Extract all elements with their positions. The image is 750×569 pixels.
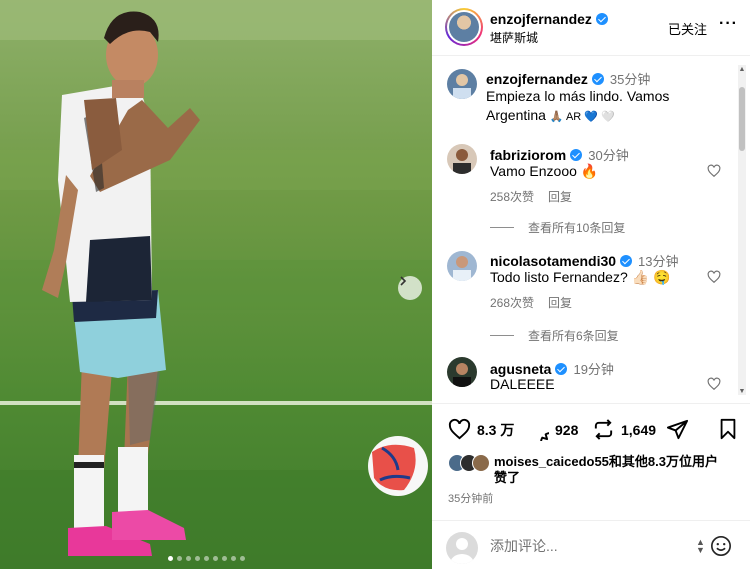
liked-by-line-1[interactable]: moises_caicedo55和其他8.3万位用户 [494,454,718,470]
view-replies-button[interactable]: 查看所有6条回复 [490,327,619,344]
carousel-dot [213,556,218,561]
post-timestamp[interactable]: 35分钟前 [448,490,493,506]
comment-button[interactable]: 928 [526,418,578,441]
input-spinner-icon[interactable]: ▲ ▼ [696,538,705,555]
liked-by-avatars [448,454,494,472]
divider-line [490,227,514,228]
liked-by-summary[interactable]: moises_caicedo55和其他8.3万位用户 赞了 [448,454,748,486]
emoji-picker-button[interactable] [710,535,732,562]
carousel-dots [168,556,245,561]
verified-badge-icon [555,362,568,375]
bookmark-icon [720,418,736,440]
comment-meta: 268次赞 回复 [490,294,572,311]
avatar-image [447,144,477,174]
carousel-dot [204,556,209,561]
current-user-avatar [446,532,478,564]
scroll-up-arrow-icon[interactable]: ▲ [738,65,746,73]
scroll-down-arrow-icon[interactable]: ▼ [738,387,746,395]
reply-button[interactable]: 回复 [548,188,572,205]
comment-text: DALEEEE [490,376,555,392]
comment-meta: 258次赞 回复 [490,188,572,205]
avatar-image [447,251,477,281]
comment-text: Vamo Enzooo 🔥 [490,163,599,179]
carousel-dot [222,556,227,561]
caption-line-2-text: Argentina [486,107,546,123]
comment-avatar[interactable] [447,144,477,174]
divider-line [490,335,514,336]
comment-username[interactable]: fabriziorom [490,147,566,163]
save-bookmark-button[interactable] [717,418,739,445]
heart-icon[interactable] [707,377,721,391]
comments-list[interactable]: enzojfernandez 35分钟 Empieza lo más lindo… [432,57,750,400]
heart-icon[interactable] [707,164,721,178]
author-avatar[interactable] [445,8,483,46]
heart-icon [448,418,471,440]
add-comment-bar: ▲▼ [432,520,750,569]
post-photo [0,0,432,569]
verified-badge-icon [570,148,583,161]
football [368,436,428,496]
caption-author-avatar[interactable] [447,69,477,99]
carousel-dot [177,556,182,561]
avatar-image [447,69,477,99]
repost-button[interactable]: 1,649 [592,418,656,441]
verified-badge-icon [620,254,633,267]
post-location[interactable]: 堪萨斯城 [490,29,538,46]
caption-line-2: Argentina 🙏🏽 AR 💙 🤍 [486,106,716,127]
repost-icon [594,419,613,440]
add-comment-input[interactable] [490,538,680,554]
view-replies-button[interactable]: 查看所有10条回复 [490,219,625,236]
caption-line-2-emoji: 🙏🏽 AR 💙 🤍 [549,111,615,123]
author-username-text[interactable]: enzojfernandez [490,11,592,27]
caption-text: Empieza lo más lindo. Vamos Argentina 🙏🏽… [486,87,716,127]
like-count: 8.3 万 [477,421,515,438]
carousel-dot [231,556,236,561]
carousel-dot [195,556,200,561]
action-bar: 8.3 万 928 1,649 [432,403,750,451]
next-photo-button[interactable] [398,276,422,300]
post-side-panel: enzojfernandez 堪萨斯城 已关注 ··· enzojfernand… [432,0,750,569]
post-header: enzojfernandez 堪萨斯城 已关注 ··· [432,0,750,56]
liked-by-line-2: 赞了 [494,470,521,485]
reply-button[interactable]: 回复 [548,294,572,311]
comment-likes[interactable]: 258次赞 [490,188,534,205]
comment-bubble-icon [540,432,549,441]
comment-avatar[interactable] [447,251,477,281]
carousel-dot [240,556,245,561]
carousel-dot [186,556,191,561]
user-silhouette-icon [450,538,474,564]
like-button[interactable]: 8.3 万 [448,418,514,441]
verified-badge-icon [591,72,604,85]
following-button[interactable]: 已关注 [668,19,707,38]
author-username[interactable]: enzojfernandez [490,11,608,27]
comment-username[interactable]: nicolasotamendi30 [490,253,616,269]
liked-by-text[interactable]: moises_caicedo55和其他8.3万位用户 赞了 [494,454,718,486]
view-replies-label[interactable]: 查看所有10条回复 [528,219,625,236]
carousel-dot [168,556,173,561]
share-button[interactable] [666,418,689,441]
liker-avatar [472,454,490,472]
comment-likes[interactable]: 268次赞 [490,294,534,311]
heart-icon[interactable] [707,270,721,284]
caption-username[interactable]: enzojfernandez [486,71,588,87]
more-options-icon[interactable]: ··· [719,15,738,33]
smiley-icon [711,536,731,556]
comment-avatar[interactable] [447,357,477,387]
scrollbar-thumb[interactable] [739,87,745,151]
caption-time: 35分钟 [609,72,651,87]
comment-time: 19分钟 [573,362,614,377]
verified-badge-icon [595,13,608,25]
comment-text: Todo listo Fernandez? 👍🏻 🤤 [490,269,671,285]
repost-count: 1,649 [621,421,657,438]
caption-header: enzojfernandez 35分钟 [486,69,650,88]
comment-count: 928 [555,421,579,438]
player-photo-illustration [0,0,432,569]
send-paper-plane-icon [666,419,689,440]
caption-line-1: Empieza lo más lindo. Vamos [486,88,670,104]
avatar-image [447,357,477,387]
view-replies-label[interactable]: 查看所有6条回复 [528,327,619,344]
chevron-right-icon [400,276,407,286]
comments-scrollbar[interactable]: ▲ ▼ [738,65,746,395]
